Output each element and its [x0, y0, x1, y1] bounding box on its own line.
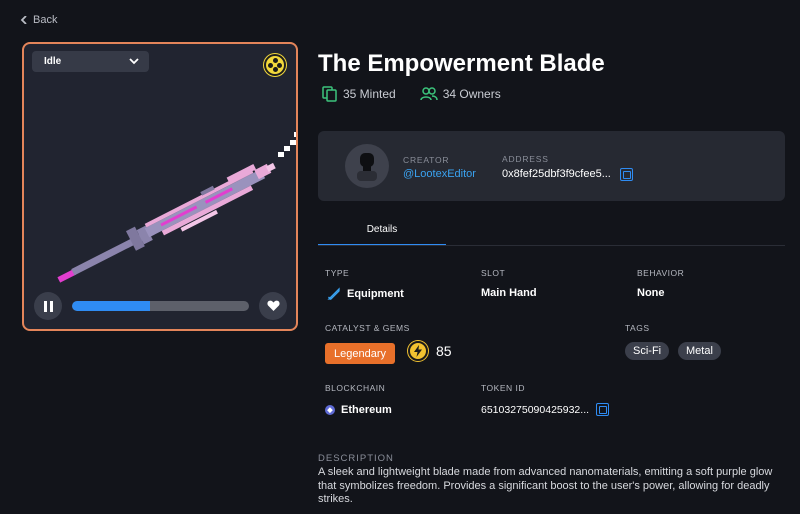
gems-value: 85 [436, 343, 452, 359]
creator-label: CREATOR [403, 155, 450, 165]
token-id-value: 65103275090425932... [481, 403, 610, 416]
pause-button[interactable] [34, 292, 62, 320]
rarity-badge: Legendary [325, 343, 395, 364]
slot-label: SLOT [481, 268, 506, 278]
minted-count: 35 Minted [343, 87, 396, 101]
gems-count: 85 [408, 341, 452, 361]
heart-icon [266, 300, 280, 311]
catalyst-label: CATALYST & GEMS [325, 323, 410, 333]
slot-value: Main Hand [481, 287, 537, 299]
blockchain-label: BLOCKCHAIN [325, 383, 386, 393]
gamepad-icon[interactable] [264, 54, 286, 76]
ethereum-icon: ◆ [325, 405, 335, 415]
behavior-label: BEHAVIOR [637, 268, 685, 278]
back-label: Back [33, 14, 58, 26]
tag-chip[interactable]: Sci-Fi [625, 342, 670, 360]
sword-icon [327, 287, 340, 300]
back-link[interactable]: Back [20, 14, 57, 26]
owners-stat: 34 Owners [419, 86, 501, 102]
creator-card: CREATOR @LootexEditor ADDRESS 0x8fef25db… [318, 131, 785, 201]
item-3d-viewer[interactable]: Idle [22, 42, 298, 331]
pause-icon [43, 300, 47, 312]
item-title: The Empowerment Blade [318, 50, 605, 77]
token-id-label: TOKEN ID [481, 383, 525, 393]
address-value: 0x8fef25dbf3f9cfee5... [502, 168, 611, 180]
creator-name-link[interactable]: @LootexEditor [403, 168, 476, 180]
user-avatar-icon [357, 153, 377, 181]
users-icon [419, 87, 438, 101]
chevron-down-icon [129, 58, 139, 65]
animation-select[interactable]: Idle [32, 51, 149, 72]
lightning-icon [408, 341, 428, 361]
animation-select-value: Idle [44, 56, 62, 67]
type-value: Equipment [327, 287, 404, 301]
type-label: TYPE [325, 268, 350, 278]
minted-stat: 35 Minted [322, 86, 396, 102]
item-stats: 35 Minted 34 Owners [322, 86, 501, 102]
behavior-value: None [637, 287, 665, 299]
copy-token-id-icon[interactable] [596, 403, 610, 416]
creator-avatar[interactable] [345, 144, 389, 188]
copy-address-icon[interactable] [620, 168, 633, 181]
blade-model-image [57, 132, 296, 283]
description-text: A sleek and lightweight blade made from … [318, 466, 773, 505]
token-id-text: 65103275090425932... [481, 403, 590, 416]
favorite-button[interactable] [259, 292, 287, 320]
owners-count: 34 Owners [442, 87, 501, 101]
type-value-text: Equipment [347, 288, 404, 300]
description-label: DESCRIPTION [318, 453, 394, 464]
tag-chip[interactable]: Metal [678, 342, 721, 360]
tab-details[interactable]: Details [318, 218, 446, 246]
progress-fill [72, 301, 150, 311]
copies-icon [322, 86, 337, 102]
address-label: ADDRESS [502, 154, 549, 164]
tab-divider [318, 245, 785, 246]
blockchain-value: ◆ Ethereum [325, 404, 392, 416]
tags-label: TAGS [625, 323, 650, 333]
blockchain-value-text: Ethereum [341, 404, 392, 416]
chevron-left-icon [20, 16, 27, 24]
animation-progress-bar[interactable] [72, 301, 249, 311]
